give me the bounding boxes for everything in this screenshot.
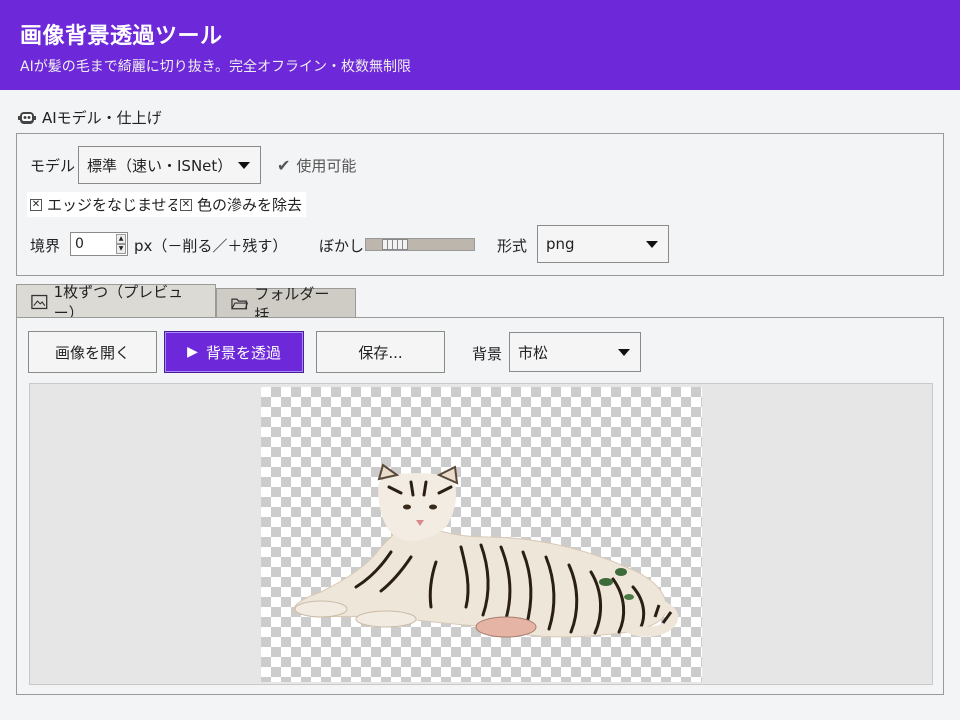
blur-slider[interactable] xyxy=(365,238,475,251)
preview-canvas[interactable] xyxy=(29,383,933,685)
model-label: モデル xyxy=(30,157,76,175)
blur-label: ぼかし xyxy=(319,237,365,255)
chevron-down-icon xyxy=(618,349,630,356)
remove-fringe-label: 色の滲みを除去 xyxy=(197,196,303,214)
save-label: 保存... xyxy=(358,343,403,362)
app-header: 画像背景透過ツール AIが髪の毛まで綺麗に切り抜き。完全オフライン・枚数無制限 xyxy=(0,0,960,90)
background-label: 背景 xyxy=(472,345,503,363)
model-select-value: 標準（速い・ISNet） xyxy=(87,156,233,175)
model-select[interactable]: 標準（速い・ISNet） xyxy=(78,146,261,184)
remove-background-button[interactable]: ▶ 背景を透過 xyxy=(164,331,304,373)
folder-icon xyxy=(231,298,249,310)
app-title: 画像背景透過ツール xyxy=(20,24,223,49)
tiger-cutout-image xyxy=(293,463,679,638)
open-image-label: 画像を開く xyxy=(54,343,130,362)
checkmark-icon: ✔ xyxy=(277,156,291,175)
open-image-button[interactable]: 画像を開く xyxy=(28,331,157,373)
background-select[interactable]: 市松 xyxy=(509,332,641,372)
border-unit-label: px（－削る／＋残す） xyxy=(134,237,288,255)
remove-background-label: 背景を透過 xyxy=(205,343,281,362)
checkbox-checked-icon: ✕ xyxy=(30,198,42,211)
play-icon: ▶ xyxy=(187,344,198,360)
save-button[interactable]: 保存... xyxy=(316,331,445,373)
spin-up-icon[interactable]: ▲ xyxy=(116,234,126,244)
border-value: 0 xyxy=(75,236,84,252)
format-select-value: png xyxy=(546,235,575,253)
tab-single-preview[interactable]: 1枚ずつ（プレビュー） xyxy=(16,283,216,322)
checkbox-checked-icon: ✕ xyxy=(180,198,192,211)
app-subtitle: AIが髪の毛まで綺麗に切り抜き。完全オフライン・枚数無制限 xyxy=(20,59,412,75)
model-status-text: 使用可能 xyxy=(296,157,357,175)
model-status: ✔ 使用可能 xyxy=(277,155,356,176)
image-icon xyxy=(31,294,48,309)
chevron-down-icon xyxy=(238,162,250,169)
format-select[interactable]: png xyxy=(537,225,669,263)
slider-handle[interactable] xyxy=(382,239,408,250)
settings-group: モデル 標準（速い・ISNet） ✔ 使用可能 ✕ エッジをなじませる ✕ 色の… xyxy=(16,133,944,276)
chevron-down-icon xyxy=(646,241,658,248)
smooth-edges-checkbox[interactable]: ✕ エッジをなじませる xyxy=(27,192,186,217)
settings-section-title: AIモデル・仕上げ xyxy=(42,109,162,127)
smooth-edges-label: エッジをなじませる xyxy=(47,196,182,214)
checkerboard-preview xyxy=(261,387,702,682)
spin-down-icon[interactable]: ▼ xyxy=(116,244,126,254)
settings-section-label: AIモデル・仕上げ xyxy=(18,107,162,128)
border-spinbox[interactable]: 0 ▲ ▼ xyxy=(70,232,128,256)
robot-icon xyxy=(18,111,36,124)
remove-fringe-checkbox[interactable]: ✕ 色の滲みを除去 xyxy=(177,192,307,217)
single-preview-panel: 画像を開く ▶ 背景を透過 保存... 背景 市松 xyxy=(16,317,944,695)
format-label: 形式 xyxy=(497,237,528,255)
background-select-value: 市松 xyxy=(518,343,549,362)
border-label: 境界 xyxy=(30,237,61,255)
tab-folder-batch[interactable]: フォルダー括 xyxy=(216,285,356,324)
